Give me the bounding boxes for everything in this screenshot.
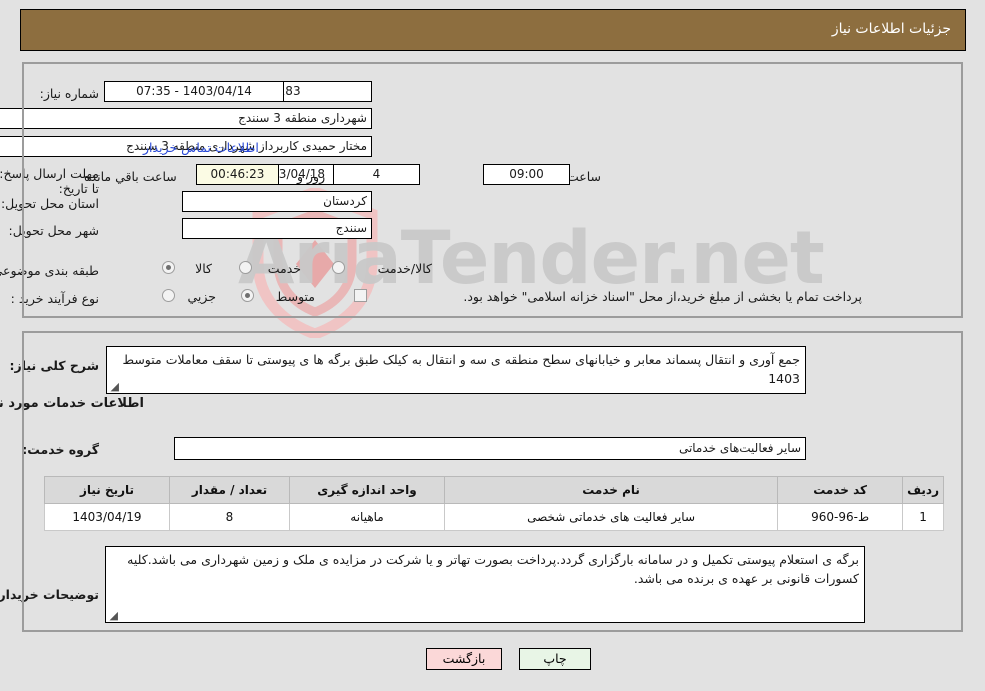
col-date: تاریخ نیاز bbox=[44, 476, 170, 504]
col-code: کد خدمت bbox=[777, 476, 904, 504]
cell-name: سایر فعالیت های خدماتی شخصی bbox=[443, 503, 779, 531]
back-button[interactable]: بازگشت bbox=[426, 648, 502, 670]
print-button[interactable]: چاپ bbox=[519, 648, 591, 670]
need-info-panel bbox=[22, 62, 963, 318]
table-header-row: ردیف کد خدمت نام خدمت واحد اندازه گیری ت… bbox=[44, 476, 944, 504]
table-row: 1 ط-96-960 سایر فعالیت های خدماتی شخصی م… bbox=[44, 503, 944, 531]
cell-radif: 1 bbox=[902, 503, 944, 531]
page-title: جزئیات اطلاعات نیاز bbox=[831, 21, 951, 37]
page-header: جزئیات اطلاعات نیاز bbox=[20, 9, 966, 51]
cell-quantity: 8 bbox=[169, 503, 290, 531]
col-radif: ردیف bbox=[902, 476, 944, 504]
col-unit: واحد اندازه گیری bbox=[289, 476, 445, 504]
col-name: نام خدمت bbox=[443, 476, 779, 504]
cell-date: 1403/04/19 bbox=[44, 503, 170, 531]
services-table: ردیف کد خدمت نام خدمت واحد اندازه گیری ت… bbox=[44, 476, 944, 531]
cell-unit: ماهیانه bbox=[289, 503, 445, 531]
col-quantity: تعداد / مقدار bbox=[169, 476, 290, 504]
cell-code: ط-96-960 bbox=[777, 503, 904, 531]
